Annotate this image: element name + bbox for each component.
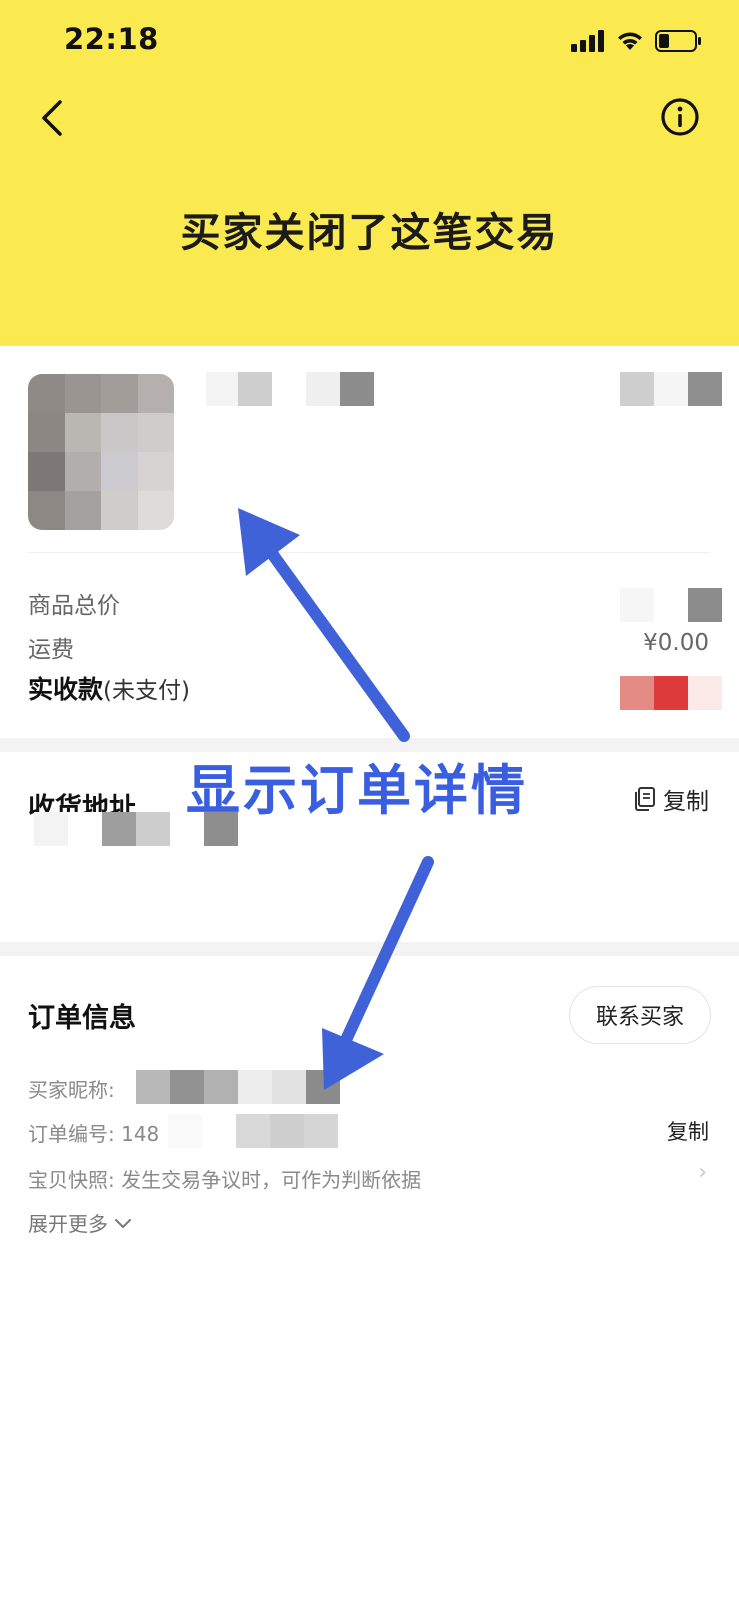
order-detail-page: 22:18 买家关闭了这笔交易 商品总价 运费 ¥0.00 实收款(未支付) 收… [0, 0, 739, 1600]
paid-status: (未支付) [103, 678, 190, 704]
shipping-label: 运费 [28, 637, 74, 663]
expand-more-button[interactable]: 展开更多 [28, 1208, 132, 1237]
snapshot-row[interactable]: 宝贝快照: 发生交易争议时，可作为判断依据 [28, 1164, 421, 1193]
back-button[interactable] [32, 92, 76, 144]
order-info-section: 订单信息 联系买家 [0, 956, 739, 1600]
chevron-down-icon [115, 1218, 131, 1228]
info-button[interactable] [659, 96, 701, 138]
shipping-value: ¥0.00 [643, 630, 709, 656]
product-section: 商品总价 运费 ¥0.00 实收款(未支付) [0, 346, 739, 738]
order-number-label: 订单编号: [28, 1122, 115, 1146]
buyer-nickname-redacted [136, 1070, 340, 1104]
page-title: 买家关闭了这笔交易 [180, 210, 559, 256]
paid-amount-label: 实收款(未支付) [28, 670, 190, 706]
order-number-row: 订单编号: 148 [28, 1118, 159, 1147]
annotation-label: 显示订单详情 [186, 759, 528, 822]
copy-icon [635, 787, 655, 811]
header: 22:18 买家关闭了这笔交易 [0, 0, 739, 346]
product-price-redacted [620, 372, 722, 406]
copy-address-label: 复制 [663, 789, 709, 815]
signal-icon [571, 30, 604, 52]
wifi-icon [618, 32, 642, 50]
contact-buyer-button[interactable]: 联系买家 [569, 986, 711, 1044]
buyer-nickname-label: 买家昵称: [28, 1078, 115, 1102]
section-gap [0, 942, 739, 956]
divider [28, 552, 711, 553]
order-number-redacted [168, 1114, 338, 1148]
chevron-left-icon [42, 100, 62, 136]
status-icons [571, 26, 703, 56]
order-info-title: 订单信息 [28, 1003, 136, 1034]
battery-icon [655, 30, 701, 52]
copy-address-button[interactable]: 复制 [633, 782, 709, 816]
info-icon [661, 98, 699, 136]
paid-amount-redacted [620, 676, 722, 710]
product-thumbnail[interactable] [28, 374, 174, 530]
expand-more-label: 展开更多 [28, 1212, 108, 1236]
goods-total-label: 商品总价 [28, 593, 120, 619]
order-number-prefix: 148 [121, 1122, 160, 1146]
product-title-redacted [206, 372, 374, 406]
snapshot-label: 宝贝快照: [28, 1168, 115, 1192]
paid-label-text: 实收款 [28, 675, 104, 704]
goods-total-value-redacted [620, 588, 722, 622]
snapshot-desc: 发生交易争议时，可作为判断依据 [121, 1168, 422, 1192]
status-time: 22:18 [64, 22, 159, 56]
chevron-right-icon[interactable]: › [698, 1160, 707, 1185]
copy-order-number-button[interactable]: 复制 [667, 1116, 709, 1146]
